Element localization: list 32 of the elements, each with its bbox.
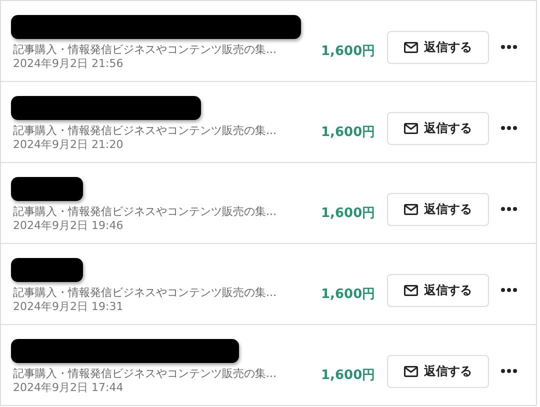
reply-button[interactable]: 返信する bbox=[387, 30, 489, 64]
item-title: 記事購入・情報発信ビジネスやコンテンツ販売の集... bbox=[13, 123, 278, 138]
mail-icon bbox=[404, 122, 418, 134]
more-icon[interactable] bbox=[501, 369, 517, 373]
item-title: 記事購入・情報発信ビジネスやコンテンツ販売の集... bbox=[13, 204, 278, 219]
redaction-bar bbox=[11, 177, 83, 201]
redaction-bar bbox=[11, 258, 83, 282]
more-icon[interactable] bbox=[501, 126, 517, 130]
message-date: 2024年9月2日 21:20 bbox=[13, 138, 124, 152]
reply-button[interactable]: 返信する bbox=[387, 354, 489, 388]
reply-button[interactable]: 返信する bbox=[387, 274, 489, 306]
mail-icon bbox=[404, 42, 418, 52]
message-date: 2024年9月2日 17:44 bbox=[13, 381, 124, 395]
price: 1,600円 bbox=[321, 43, 376, 60]
message-date: 2024年9月2日 19:31 bbox=[13, 300, 124, 314]
price: 1,600円 bbox=[321, 367, 376, 384]
more-icon[interactable] bbox=[501, 288, 517, 292]
message-date: 2024年9月2日 19:46 bbox=[13, 219, 124, 233]
reply-button[interactable]: 返信する bbox=[387, 112, 489, 144]
message-date: 2024年9月2日 21:56 bbox=[13, 57, 124, 71]
mail-icon bbox=[404, 284, 418, 296]
reply-button[interactable]: 返信する bbox=[387, 192, 489, 226]
item-title: 記事購入・情報発信ビジネスやコンテンツ販売の集... bbox=[13, 366, 278, 381]
more-icon[interactable] bbox=[501, 45, 517, 49]
price: 1,600円 bbox=[321, 124, 376, 141]
item-title: 記事購入・情報発信ビジネスやコンテンツ販売の集... bbox=[13, 42, 278, 57]
more-icon[interactable] bbox=[501, 207, 517, 211]
mail-icon bbox=[404, 204, 418, 214]
mail-icon bbox=[404, 366, 418, 376]
item-title: 記事購入・情報発信ビジネスやコンテンツ販売の集... bbox=[13, 285, 278, 300]
price: 1,600円 bbox=[321, 205, 376, 222]
price: 1,600円 bbox=[321, 286, 376, 303]
